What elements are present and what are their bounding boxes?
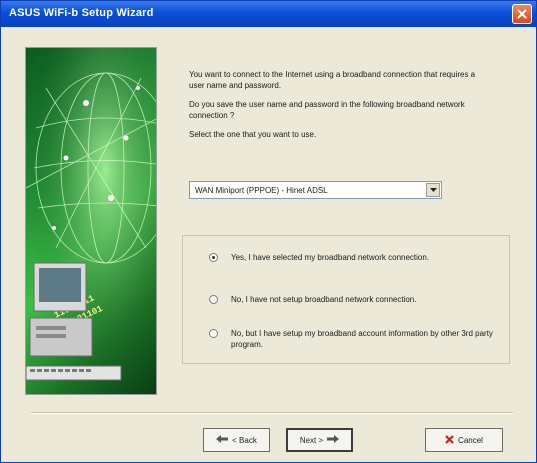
intro-line-1: You want to connect to the Internet usin… bbox=[189, 70, 476, 90]
button-separator bbox=[31, 412, 513, 414]
connection-select[interactable]: WAN Miniport (PPPOE) - Hinet ADSL bbox=[189, 181, 442, 199]
cancel-button-label: Cancel bbox=[458, 435, 483, 445]
title-bar[interactable]: ASUS WiFi-b Setup Wizard bbox=[1, 1, 536, 27]
connection-select-value: WAN Miniport (PPPOE) - Hinet ADSL bbox=[195, 186, 328, 195]
option-label: Yes, I have selected my broadband networ… bbox=[231, 253, 430, 262]
intro-text: You want to connect to the Internet usin… bbox=[189, 69, 489, 148]
window-title: ASUS WiFi-b Setup Wizard bbox=[9, 7, 154, 19]
option-label: No, I have not setup broadband network c… bbox=[231, 295, 417, 304]
intro-line-3: Select the one that you want to use. bbox=[189, 130, 317, 139]
radio-button[interactable] bbox=[209, 329, 218, 338]
next-button[interactable]: Next > bbox=[286, 428, 353, 452]
close-icon bbox=[517, 9, 527, 19]
options-group: Yes, I have selected my broadband networ… bbox=[182, 235, 510, 364]
intro-line-2: Do you save the user name and password i… bbox=[189, 100, 465, 120]
cancel-button[interactable]: Cancel bbox=[425, 428, 503, 452]
option-label: No, but I have setup my broadband accoun… bbox=[231, 329, 493, 349]
cancel-x-icon bbox=[445, 434, 454, 446]
wizard-side-graphic: 10010100 01101001 11001011 00101101 bbox=[25, 47, 157, 395]
radio-button[interactable] bbox=[209, 253, 218, 262]
setup-wizard-window: ASUS WiFi-b Setup Wizard 00101101 You wa… bbox=[0, 0, 537, 463]
back-button-label: < Back bbox=[232, 435, 257, 445]
next-arrow-icon bbox=[327, 435, 340, 445]
back-button[interactable]: < Back bbox=[203, 428, 270, 452]
radio-button[interactable] bbox=[209, 295, 218, 304]
next-button-label: Next > bbox=[299, 435, 324, 445]
close-button[interactable] bbox=[512, 4, 532, 24]
chevron-down-icon[interactable] bbox=[426, 183, 440, 197]
back-arrow-icon bbox=[216, 435, 229, 445]
